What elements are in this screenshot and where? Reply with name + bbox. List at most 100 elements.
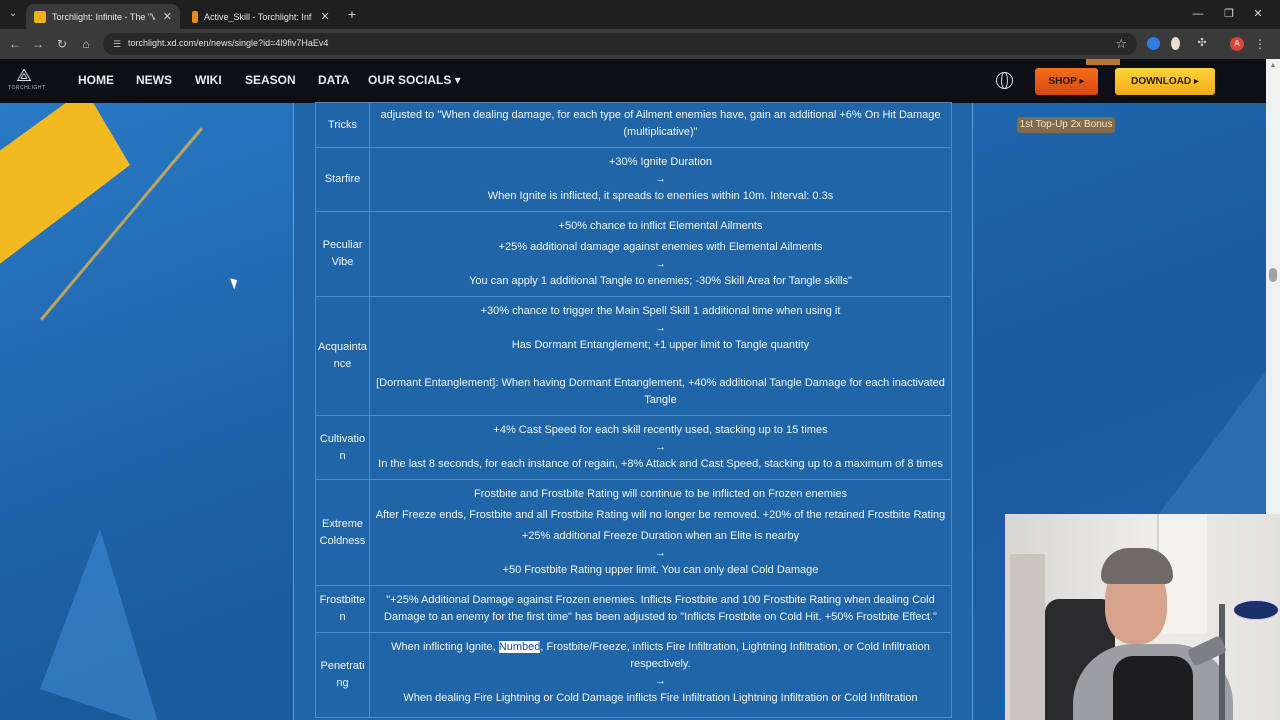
tab-title: Torchlight: Infinite - The "Vorax" <box>52 11 155 22</box>
description-line: You can apply 1 additional Tangle to ene… <box>469 275 852 287</box>
selected-text-highlight[interactable]: Numbed <box>498 641 541 653</box>
home-icon[interactable]: ⌂ <box>78 36 94 52</box>
extensions-puzzle-icon[interactable]: ✣ <box>1195 36 1209 50</box>
download-button[interactable]: DOWNLOAD ▸ <box>1115 68 1215 95</box>
description-line: After Freeze ends, Frostbite and all Fro… <box>375 509 946 521</box>
nav-our-socials[interactable]: OUR SOCIALS ▾ <box>368 73 461 87</box>
description-line: When inflicting Ignite, Numbed, Frostbit… <box>391 641 930 670</box>
talent-name: Tricks <box>315 102 370 148</box>
change-arrow-icon: → <box>655 258 666 270</box>
site-navigation: ⟁ TORCHLIGHT HOME NEWS WIKI SEASON DATA … <box>0 59 1266 103</box>
patch-notes-panel: Tricks adjusted to "When dealing damage, … <box>293 102 973 720</box>
description-line: Frostbite and Frostbite Rating will cont… <box>474 488 847 500</box>
nav-data[interactable]: DATA <box>318 73 350 87</box>
talent-description: adjusted to "When dealing damage, for ea… <box>369 102 952 148</box>
bookmark-star-icon[interactable]: ☆ <box>1115 36 1127 52</box>
change-arrow-icon: → <box>655 322 666 334</box>
reload-icon[interactable]: ↻ <box>54 36 70 52</box>
talent-description: When inflicting Ignite, Numbed, Frostbit… <box>369 632 952 718</box>
extension-blue-icon[interactable] <box>1147 37 1160 50</box>
torchlight-logo-icon: ⟁ <box>15 65 33 85</box>
talent-description: "+25% Additional Damage against Frozen e… <box>369 585 952 633</box>
description-line: "+25% Additional Damage against Frozen e… <box>384 594 937 623</box>
table-row: Extreme Coldness Frostbite and Frostbite … <box>315 479 952 586</box>
description-line: [Dormant Entanglement]: When having Dorm… <box>376 377 945 406</box>
webcam-shelf <box>1010 554 1045 720</box>
address-bar[interactable]: ☰ torchlight.xd.com/en/news/single?id=4l… <box>103 33 1137 55</box>
scrollbar-thumb[interactable] <box>1269 268 1277 282</box>
profile-avatar[interactable]: A <box>1230 37 1244 51</box>
talent-name: Cultivation <box>315 415 370 480</box>
talent-description: +30% chance to trigger the Main Spell Sk… <box>369 296 952 416</box>
tab-active-skill[interactable]: Active_Skill - Torchlight: Infinite ✕ <box>184 4 338 29</box>
talent-description: +30% Ignite Duration → When Ignite is infl… <box>369 147 952 212</box>
nav-home[interactable]: HOME <box>78 73 114 87</box>
talent-changes-table: Tricks adjusted to "When dealing damage, … <box>315 102 952 718</box>
description-line: +30% Ignite Duration <box>608 156 713 168</box>
talent-description: +4% Cast Speed for each skill recently u… <box>369 415 952 480</box>
talent-name: Starfire <box>315 147 370 212</box>
nav-season[interactable]: SEASON <box>245 73 296 87</box>
wiki-favicon-icon <box>192 10 198 23</box>
webcam-mic-arm <box>1219 604 1225 720</box>
description-line: +50% chance to inflict Elemental Ailment… <box>558 220 763 232</box>
description-line: Has Dormant Entanglement; +1 upper limit… <box>511 339 810 351</box>
close-tab-icon[interactable]: ✕ <box>163 10 172 23</box>
change-arrow-icon: → <box>655 675 666 687</box>
close-tab-icon[interactable]: ✕ <box>320 10 330 23</box>
nav-wiki[interactable]: WIKI <box>195 73 222 87</box>
address-toolbar: ← → ↻ ⌂ ☰ torchlight.xd.com/en/news/sing… <box>0 29 1280 59</box>
talent-name: Extreme Coldness <box>315 479 370 586</box>
scroll-up-arrow-icon[interactable]: ▲ <box>1266 61 1280 71</box>
decorative-shard <box>40 529 160 720</box>
minimize-icon[interactable]: — <box>1190 6 1206 22</box>
mouse-cursor-icon <box>230 276 240 290</box>
talent-description: +50% chance to inflict Elemental Ailment… <box>369 211 952 297</box>
decorative-yellow-banner <box>0 89 130 279</box>
description-line: +25% additional damage against enemies w… <box>498 241 823 253</box>
nav-news[interactable]: NEWS <box>136 73 172 87</box>
forward-arrow-icon[interactable]: → <box>30 36 46 52</box>
shop-badge-tag <box>1086 59 1120 65</box>
description-line: +4% Cast Speed for each skill recently u… <box>493 424 828 436</box>
talent-description: Frostbite and Frostbite Rating will cont… <box>369 479 952 586</box>
tab-torchlight-news[interactable]: Torchlight: Infinite - The "Vorax" ✕ <box>26 4 180 29</box>
talent-name: Penetrating <box>315 632 370 718</box>
browser-menu-icon[interactable]: ⋮ <box>1254 36 1266 52</box>
description-line: In the last 8 seconds, for each instance… <box>378 458 943 470</box>
table-row: Cultivation +4% Cast Speed for each skill… <box>315 415 952 480</box>
webcam-stream-logo-icon <box>1233 600 1279 620</box>
tab-search-icon[interactable]: ⌄ <box>4 5 22 23</box>
line-spacer <box>372 354 949 375</box>
tab-title: Active_Skill - Torchlight: Infinite <box>204 11 313 22</box>
new-tab-plus-icon[interactable]: + <box>345 6 359 22</box>
table-row: Tricks adjusted to "When dealing damage, … <box>315 102 952 148</box>
extension-light-icon[interactable] <box>1171 37 1180 50</box>
description-line: When dealing Fire Lightning or Cold Dama… <box>403 692 918 704</box>
url-text[interactable]: torchlight.xd.com/en/news/single?id=4l9f… <box>128 38 328 48</box>
table-row: Peculiar Vibe +50% chance to inflict Elem… <box>315 211 952 297</box>
top-up-bonus-badge[interactable]: 1st Top-Up 2x Bonus <box>1017 117 1115 133</box>
close-window-icon[interactable]: ✕ <box>1250 6 1266 22</box>
table-row: Acquaintance +30% chance to trigger the M… <box>315 296 952 416</box>
logo-wordmark: TORCHLIGHT <box>8 85 46 91</box>
change-arrow-icon: → <box>655 441 666 453</box>
description-line: When Ignite is inflicted, it spreads to … <box>487 190 834 202</box>
description-line: +50 Frostbite Rating upper limit. You ca… <box>502 564 819 576</box>
shop-button[interactable]: SHOP ▸ <box>1035 68 1098 95</box>
change-arrow-icon: → <box>655 173 666 185</box>
change-arrow-icon: → <box>655 547 666 559</box>
back-arrow-icon[interactable]: ← <box>7 36 23 52</box>
description-line: +25% additional Freeze Duration when an … <box>521 530 800 542</box>
table-row: Penetrating When inflicting Ignite, Numbe… <box>315 632 952 718</box>
site-info-icon[interactable]: ☰ <box>111 38 123 50</box>
description-line: +30% chance to trigger the Main Spell Sk… <box>480 305 841 317</box>
language-globe-icon[interactable] <box>996 72 1013 89</box>
torchlight-logo[interactable]: ⟁ TORCHLIGHT <box>8 65 46 97</box>
maximize-icon[interactable]: ❐ <box>1221 6 1237 22</box>
webcam-person-hair <box>1101 548 1173 584</box>
webcam-overlay <box>1005 514 1280 720</box>
table-row: Frostbitten "+25% Additional Damage again… <box>315 585 952 633</box>
talent-name: Peculiar Vibe <box>315 211 370 297</box>
webcam-person-shirt <box>1113 656 1193 720</box>
